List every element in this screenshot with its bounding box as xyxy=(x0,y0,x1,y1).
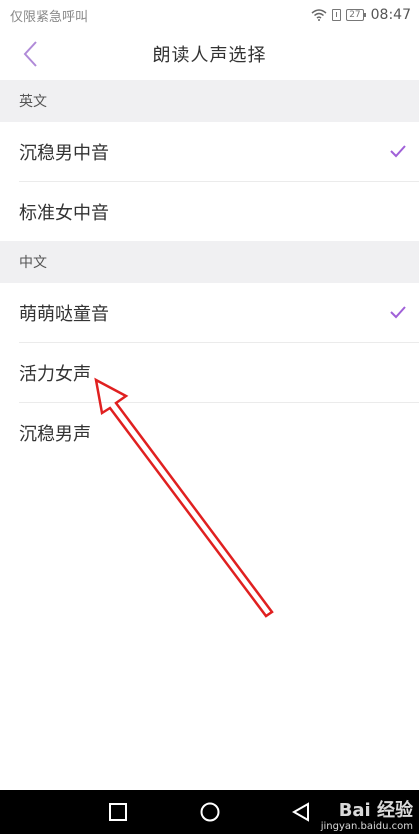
voice-label: 萌萌哒童音 xyxy=(19,304,109,325)
watermark-url: jingyan.baidu.com xyxy=(320,821,413,832)
back-button[interactable] xyxy=(14,36,46,72)
voice-label: 活力女声 xyxy=(19,364,91,385)
wifi-icon xyxy=(311,9,327,21)
status-bar: 仅限紧急呼叫 27 08:47 xyxy=(0,0,419,30)
check-icon xyxy=(390,306,406,319)
watermark-logo: Bai 经验 xyxy=(338,800,413,821)
section-header-chinese: 中文 xyxy=(0,241,419,283)
voice-label: 标准女中音 xyxy=(19,203,109,224)
clock: 08:47 xyxy=(370,7,411,23)
check-icon xyxy=(390,145,406,158)
phone-screen: 仅限紧急呼叫 27 08:47 朗读人声选择 英文 沉稳男中音 标准女中音 中文… xyxy=(0,0,419,834)
navigation-bar: Bai 经验 jingyan.baidu.com xyxy=(0,790,419,834)
carrier-text: 仅限紧急呼叫 xyxy=(10,9,89,25)
voice-label: 沉稳男中音 xyxy=(19,143,109,164)
recents-square-icon[interactable] xyxy=(107,801,129,823)
voice-item-cute-child[interactable]: 萌萌哒童音 xyxy=(0,283,419,343)
back-triangle-icon[interactable] xyxy=(290,801,312,823)
page-title: 朗读人声选择 xyxy=(152,45,267,66)
watermark: Bai 经验 jingyan.baidu.com xyxy=(320,800,413,833)
home-circle-icon[interactable] xyxy=(199,801,221,823)
sim-icon xyxy=(332,9,342,21)
header: 朗读人声选择 xyxy=(0,30,419,78)
voice-item-standard-female-mezzo[interactable]: 标准女中音 xyxy=(0,182,419,242)
section-header-english: 英文 xyxy=(0,80,419,122)
status-icons: 27 08:47 xyxy=(311,7,411,23)
chevron-left-icon xyxy=(23,41,37,67)
voice-label: 沉稳男声 xyxy=(19,424,91,445)
voice-item-energetic-female[interactable]: 活力女声 xyxy=(0,343,419,403)
voice-item-steady-male[interactable]: 沉稳男声 xyxy=(0,403,419,463)
battery-icon: 27 xyxy=(346,9,367,21)
voice-item-steady-male-baritone[interactable]: 沉稳男中音 xyxy=(0,122,419,182)
